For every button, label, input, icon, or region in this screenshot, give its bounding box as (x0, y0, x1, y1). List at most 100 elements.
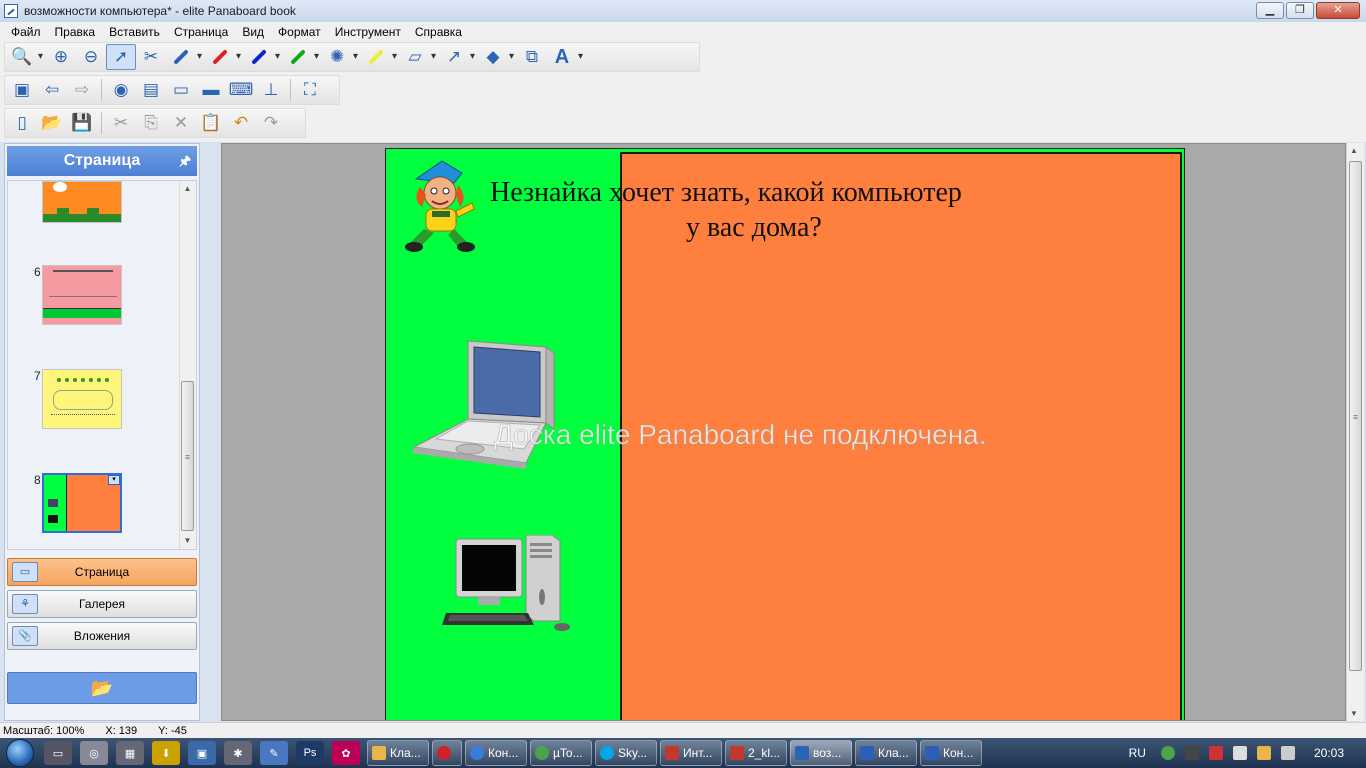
scissors-select-icon[interactable]: ✂ (136, 44, 166, 70)
pen-icon[interactable] (166, 44, 202, 70)
brush-icon[interactable]: ✺ (322, 44, 358, 70)
scroll-up-icon[interactable]: ▲ (180, 181, 195, 197)
menu-edit[interactable]: Правка (48, 25, 103, 39)
start-button[interactable] (0, 738, 40, 768)
zoom-icon[interactable]: 🔍 (7, 44, 43, 70)
minimize-button[interactable]: ▁ (1256, 2, 1284, 19)
taskbar-app-opera[interactable] (432, 740, 462, 766)
taskbar-app-internet[interactable]: Инт... (660, 740, 722, 766)
eraser-icon[interactable]: ▱ (400, 44, 436, 70)
remote-desktop-icon[interactable]: ▣ (188, 741, 216, 765)
keyboard-icon[interactable]: ⌨ (226, 77, 256, 103)
calculator-icon[interactable]: ▦ (116, 741, 144, 765)
taskbar-app-explorer[interactable]: Кла... (367, 740, 429, 766)
signal-tray-icon[interactable] (1256, 746, 1271, 760)
action-center-icon[interactable] (1208, 746, 1223, 760)
utorrent-tray-icon[interactable] (1160, 746, 1175, 760)
download-icon[interactable]: ⬇ (152, 741, 180, 765)
scroll-up-icon[interactable]: ▲ (1350, 146, 1358, 155)
highlighter-icon[interactable] (361, 44, 397, 70)
taskbar-app-skype[interactable]: Sky... (595, 740, 657, 766)
undo-icon[interactable]: ↶ (226, 110, 256, 136)
page-thumbnail-8[interactable]: ▾ (42, 473, 122, 533)
save-icon[interactable]: 💾 (67, 110, 97, 136)
device-tray-icon[interactable] (1232, 746, 1247, 760)
blue-pen-icon[interactable] (244, 44, 280, 70)
paint-icon[interactable]: ✿ (332, 741, 360, 765)
menu-insert[interactable]: Вставить (102, 25, 167, 39)
menu-format[interactable]: Формат (271, 25, 328, 39)
delete-icon[interactable]: ✕ (166, 110, 196, 136)
zoom-level: Масштаб: 100% (3, 724, 85, 737)
page-thumbnail-5[interactable] (42, 181, 122, 223)
page-thumbnail-6[interactable] (42, 265, 122, 325)
canvas-scrollbar[interactable]: ▲ ≡ ▼ (1346, 143, 1364, 721)
document-camera-icon[interactable]: ⊥ (256, 77, 286, 103)
canvas-workspace[interactable]: Незнайка хочет знать, какой компьютер у … (221, 143, 1346, 721)
maximize-button[interactable]: ❐ (1286, 2, 1314, 19)
monitor-icon[interactable]: ▬ (196, 77, 226, 103)
camera-icon[interactable]: ◉ (106, 77, 136, 103)
fullscreen-icon[interactable]: ⛶ (295, 77, 325, 103)
pin-icon[interactable]: 🖈 (179, 152, 191, 174)
thumbnails-scrollbar[interactable]: ▲ ≡ ▼ (179, 181, 195, 549)
taskbar-app-chrome[interactable]: Кон... (465, 740, 527, 766)
menu-file[interactable]: Файл (4, 25, 48, 39)
screen-capture-icon[interactable]: ▤ (136, 77, 166, 103)
menu-view[interactable]: Вид (235, 25, 271, 39)
photoshop-icon[interactable]: Ps (296, 741, 324, 765)
attachments-tab-label: Вложения (73, 629, 131, 643)
open-file-panel-button[interactable]: 📂 (7, 672, 197, 704)
green-pen-icon[interactable] (283, 44, 319, 70)
gallery-tab-label: Галерея (78, 597, 126, 611)
clock[interactable]: 20:03 (1314, 746, 1344, 760)
copy-icon[interactable]: ⎘ (136, 110, 166, 136)
desktop-computer-image[interactable] (442, 535, 574, 639)
menu-page[interactable]: Страница (167, 25, 235, 39)
volume-icon[interactable] (1280, 746, 1295, 760)
panaboard-launcher-icon[interactable]: ✎ (260, 741, 288, 765)
laptop-image[interactable] (408, 337, 566, 481)
windows-logo-icon (6, 739, 34, 767)
taskbar-app-word-1[interactable]: Кла... (855, 740, 917, 766)
taskbar-app-word-2[interactable]: Кон... (920, 740, 982, 766)
taskbar-app-2kl[interactable]: 2_kl... (725, 740, 787, 766)
show-desktop-icon[interactable]: ▭ (44, 741, 72, 765)
network-tray-icon[interactable] (1184, 746, 1199, 760)
attachments-tab-button[interactable]: 📎 Вложения (7, 622, 197, 650)
gallery-tab-button[interactable]: ⚘ Галерея (7, 590, 197, 618)
redo-icon[interactable]: ↷ (256, 110, 286, 136)
new-file-icon[interactable]: ▯ (7, 110, 37, 136)
select-pointer-icon[interactable]: ➚ (106, 44, 136, 70)
taskbar-app-utorrent[interactable]: µTo... (530, 740, 592, 766)
cartoon-character-image[interactable] (402, 159, 482, 255)
red-pen-icon[interactable] (205, 44, 241, 70)
scroll-thumb[interactable]: ≡ (181, 381, 194, 531)
next-page-icon[interactable]: ⇨ (67, 77, 97, 103)
line-icon[interactable]: ↗ (439, 44, 475, 70)
add-page-icon[interactable]: ▣ (7, 77, 37, 103)
language-indicator[interactable]: RU (1129, 746, 1146, 760)
scroll-down-icon[interactable]: ▼ (1350, 709, 1358, 718)
cut-icon[interactable]: ✂ (106, 110, 136, 136)
zoom-in-icon[interactable]: ⊕ (46, 44, 76, 70)
scroll-down-icon[interactable]: ▼ (180, 533, 195, 549)
taskbar-app-panaboard[interactable]: воз... (790, 740, 852, 766)
media-player-icon[interactable]: ◎ (80, 741, 108, 765)
menu-tools[interactable]: Инструмент (328, 25, 408, 39)
zoom-out-icon[interactable]: ⊖ (76, 44, 106, 70)
whiteboard-page[interactable]: Незнайка хочет знать, какой компьютер у … (385, 148, 1185, 720)
arrange-icon[interactable]: ⧉ (517, 44, 547, 70)
prev-page-icon[interactable]: ⇦ (37, 77, 67, 103)
paste-icon[interactable]: 📋 (196, 110, 226, 136)
shapes-icon[interactable]: ◆ (478, 44, 514, 70)
page-thumbnail-7[interactable] (42, 369, 122, 429)
close-button[interactable]: ✕ (1316, 2, 1360, 19)
menu-help[interactable]: Справка (408, 25, 469, 39)
network-tool-icon[interactable]: ✱ (224, 741, 252, 765)
window-capture-icon[interactable]: ▭ (166, 77, 196, 103)
open-folder-icon[interactable]: 📂 (37, 110, 67, 136)
canvas-scroll-thumb[interactable]: ≡ (1349, 161, 1362, 671)
page-tab-button[interactable]: ▭ Страница (7, 558, 197, 586)
text-icon[interactable]: A (547, 44, 583, 70)
